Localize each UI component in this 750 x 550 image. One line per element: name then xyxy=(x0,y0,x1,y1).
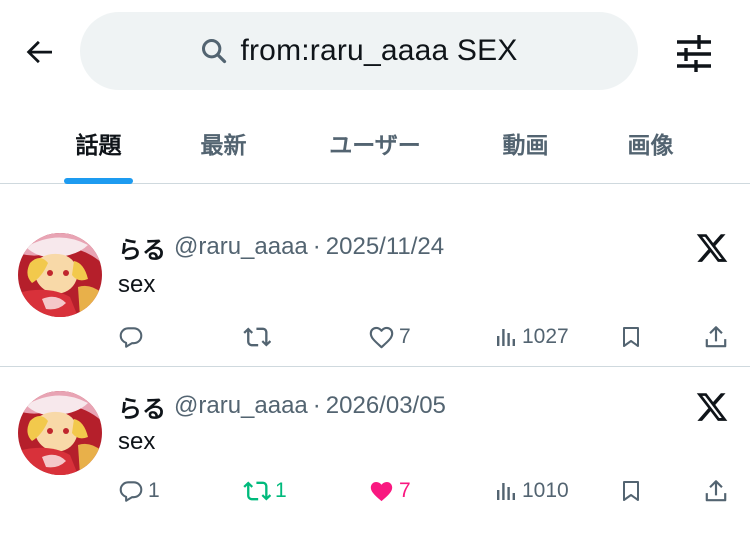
search-tabs: 話題 最新 ユーザー 動画 画像 xyxy=(0,102,750,184)
reply-icon xyxy=(119,481,143,502)
avatar-image xyxy=(18,391,102,475)
views-count: 1010 xyxy=(522,479,569,502)
x-logo-icon xyxy=(696,393,728,421)
tweet-text: sex xyxy=(118,271,156,298)
separator-dot: · xyxy=(312,392,321,419)
bookmark-button[interactable] xyxy=(619,471,643,511)
tweet-actions: 7 1027 xyxy=(0,317,750,357)
share-button[interactable] xyxy=(703,471,729,511)
tab-label: 画像 xyxy=(627,133,674,159)
avatar[interactable] xyxy=(18,391,102,475)
bookmark-button[interactable] xyxy=(619,317,643,357)
tweet-actions: 1 1 7 1010 xyxy=(0,471,750,511)
retweet-button[interactable]: 1 xyxy=(243,471,287,511)
like-count: 7 xyxy=(399,325,411,348)
retweet-button[interactable] xyxy=(243,317,275,357)
tab-label: 話題 xyxy=(75,133,122,159)
tab-people[interactable]: ユーザー xyxy=(305,102,445,184)
heart-icon xyxy=(369,326,394,348)
user-handle[interactable]: @raru_aaaa xyxy=(174,233,308,261)
arrow-left-icon xyxy=(26,40,52,64)
tweet[interactable]: らる @raru_aaaa · 2025/11/24 sex 7 1027 xyxy=(0,185,750,367)
separator-dot: · xyxy=(312,233,321,260)
views-button[interactable]: 1027 xyxy=(494,317,569,357)
retweet-icon xyxy=(243,327,271,347)
tab-label: 動画 xyxy=(502,133,549,159)
views-count: 1027 xyxy=(522,325,569,348)
retweet-icon xyxy=(243,481,271,501)
views-button[interactable]: 1010 xyxy=(494,471,569,511)
like-count: 7 xyxy=(399,479,411,502)
reply-icon xyxy=(119,327,143,348)
reply-button[interactable] xyxy=(118,317,148,357)
share-icon xyxy=(705,480,727,502)
active-tab-indicator xyxy=(64,178,133,184)
tab-images[interactable]: 画像 xyxy=(603,102,698,184)
avatar[interactable] xyxy=(18,233,102,317)
tweet-header: らる @raru_aaaa · 2026/03/05 xyxy=(118,388,446,424)
like-button[interactable]: 7 xyxy=(368,317,411,357)
user-handle[interactable]: @raru_aaaa xyxy=(174,392,308,420)
search-icon xyxy=(202,38,227,64)
views-icon xyxy=(497,329,515,346)
search-header: from:raru_aaaa SEX xyxy=(0,0,750,102)
views-icon xyxy=(497,483,515,500)
bookmark-icon xyxy=(623,481,639,501)
tab-label: 最新 xyxy=(200,133,247,159)
bookmark-icon xyxy=(623,327,639,347)
share-button[interactable] xyxy=(703,317,729,357)
x-logo-icon xyxy=(696,234,728,262)
tab-top[interactable]: 話題 xyxy=(48,102,149,184)
search-input[interactable]: from:raru_aaaa SEX xyxy=(80,12,638,90)
filter-button[interactable] xyxy=(668,28,720,76)
display-name[interactable]: らる xyxy=(118,389,166,424)
reply-button[interactable]: 1 xyxy=(118,471,160,511)
tab-videos[interactable]: 動画 xyxy=(478,102,573,184)
tweet-date[interactable]: 2025/11/24 xyxy=(326,233,444,261)
tweet-header: らる @raru_aaaa · 2025/11/24 xyxy=(118,229,444,265)
avatar-image xyxy=(18,233,102,317)
tab-label: ユーザー xyxy=(329,133,421,159)
like-button[interactable]: 7 xyxy=(368,471,411,511)
share-icon xyxy=(705,326,727,348)
reply-count: 1 xyxy=(148,479,160,502)
tweet[interactable]: らる @raru_aaaa · 2026/03/05 sex 1 1 7 101… xyxy=(0,368,750,550)
tab-latest[interactable]: 最新 xyxy=(176,102,271,184)
retweet-count: 1 xyxy=(275,479,287,502)
heart-filled-icon xyxy=(370,481,393,501)
search-query: from:raru_aaaa SEX xyxy=(240,34,518,67)
display-name[interactable]: らる xyxy=(118,230,166,265)
sliders-icon xyxy=(677,35,711,72)
back-button[interactable] xyxy=(18,30,62,74)
tweet-text: sex xyxy=(118,428,156,455)
tweet-date[interactable]: 2026/03/05 xyxy=(326,392,446,420)
